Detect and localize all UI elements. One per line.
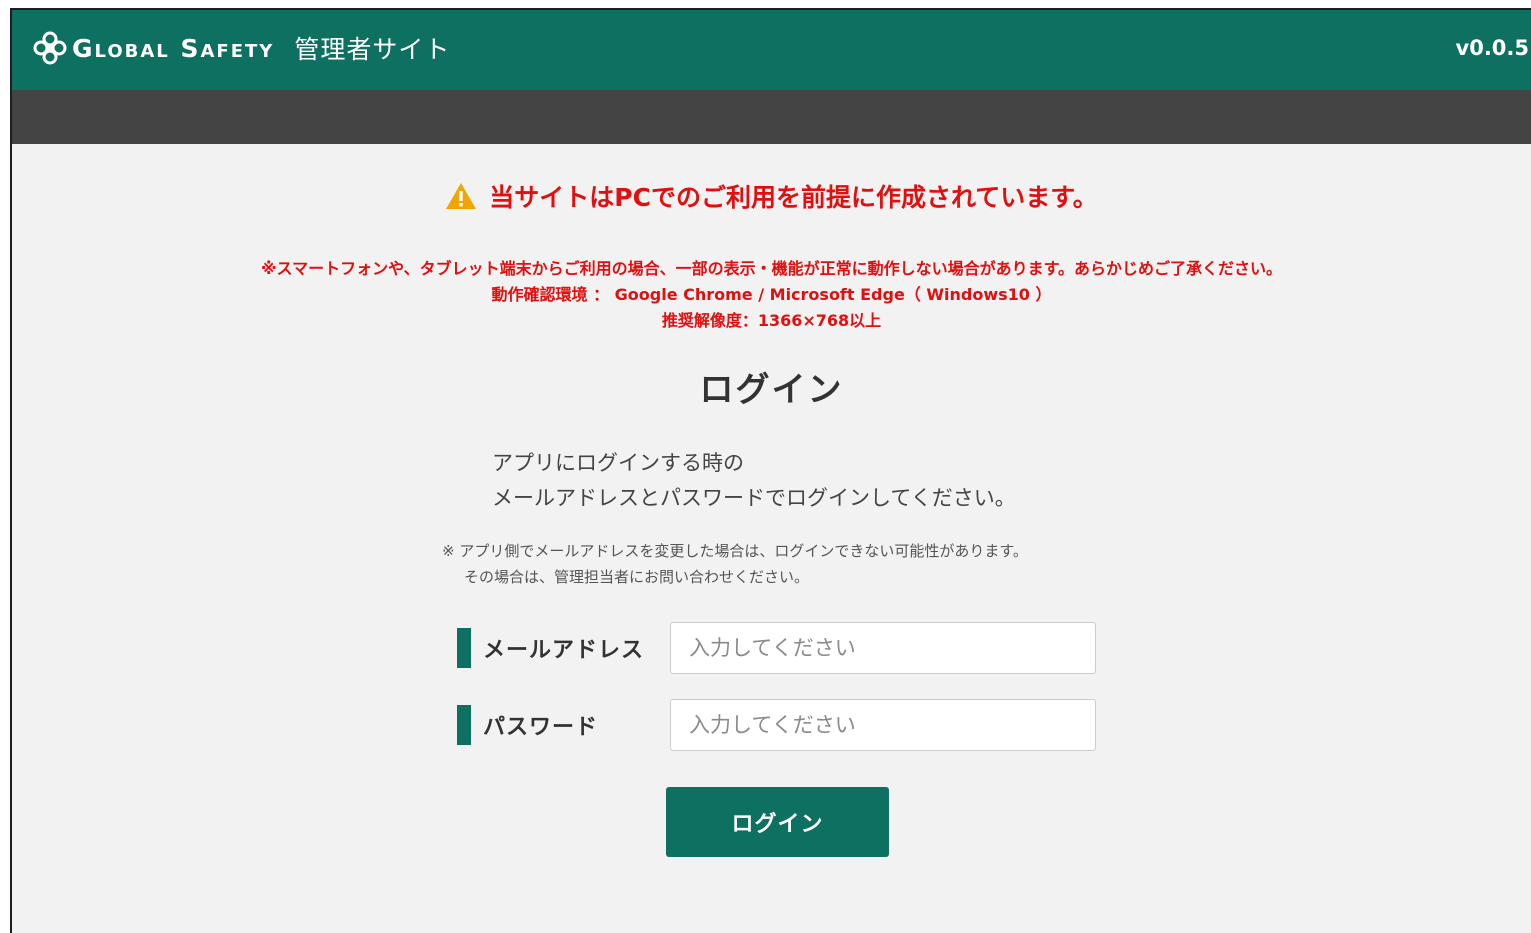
login-caution: ※ アプリ側でメールアドレスを変更した場合は、ログインできない可能性があります。…	[442, 538, 1028, 590]
email-field[interactable]	[670, 622, 1096, 674]
caution-line: ※ アプリ側でメールアドレスを変更した場合は、ログインできない可能性があります。	[442, 542, 1028, 560]
password-label: パスワード	[483, 715, 599, 740]
email-label: メールアドレス	[483, 638, 645, 663]
site-name: 管理者サイト	[294, 35, 451, 64]
usage-notes: ※スマートフォンや、タブレット端末からご利用の場合、一部の表示・機能が正常に動作…	[12, 256, 1531, 334]
app-window: Global Safety 管理者サイト v0.0.5 当サイトはPCでのご利用…	[10, 8, 1531, 933]
instruction-line: メールアドレスとパスワードでログインしてください。	[492, 486, 1016, 510]
note-resolution: 推奨解像度：1366×768以上	[661, 311, 882, 330]
email-row: メールアドレス	[457, 622, 1096, 674]
warning-triangle-icon	[445, 181, 477, 211]
login-button[interactable]: ログイン	[666, 787, 889, 857]
password-row: パスワード	[457, 699, 1096, 751]
note-device: ※スマートフォンや、タブレット端末からご利用の場合、一部の表示・機能が正常に動作…	[261, 259, 1282, 278]
label-accent-bar	[457, 705, 471, 745]
note-environment: 動作確認環境 ： Google Chrome / Microsoft Edge（…	[491, 285, 1052, 304]
login-instruction: アプリにログインする時の メールアドレスとパスワードでログインしてください。	[492, 446, 1016, 516]
navigation-bar	[12, 90, 1531, 144]
version-label: v0.0.5	[1455, 36, 1529, 60]
warning-title: 当サイトはPCでのご利用を前提に作成されています。	[489, 183, 1098, 212]
clover-logo-icon	[30, 30, 70, 66]
brand-name: Global Safety	[72, 33, 275, 63]
instruction-line: アプリにログインする時の	[492, 451, 744, 475]
page-title: ログイン	[699, 370, 844, 410]
main-content: 当サイトはPCでのご利用を前提に作成されています。 ※スマートフォンや、タブレッ…	[12, 144, 1531, 933]
password-field[interactable]	[670, 699, 1096, 751]
label-accent-bar	[457, 628, 471, 668]
pc-warning: 当サイトはPCでのご利用を前提に作成されています。	[12, 178, 1531, 214]
logo[interactable]: Global Safety 管理者サイト	[30, 30, 450, 66]
top-header: Global Safety 管理者サイト v0.0.5	[12, 10, 1531, 90]
caution-line: その場合は、管理担当者にお問い合わせください。	[464, 568, 810, 586]
